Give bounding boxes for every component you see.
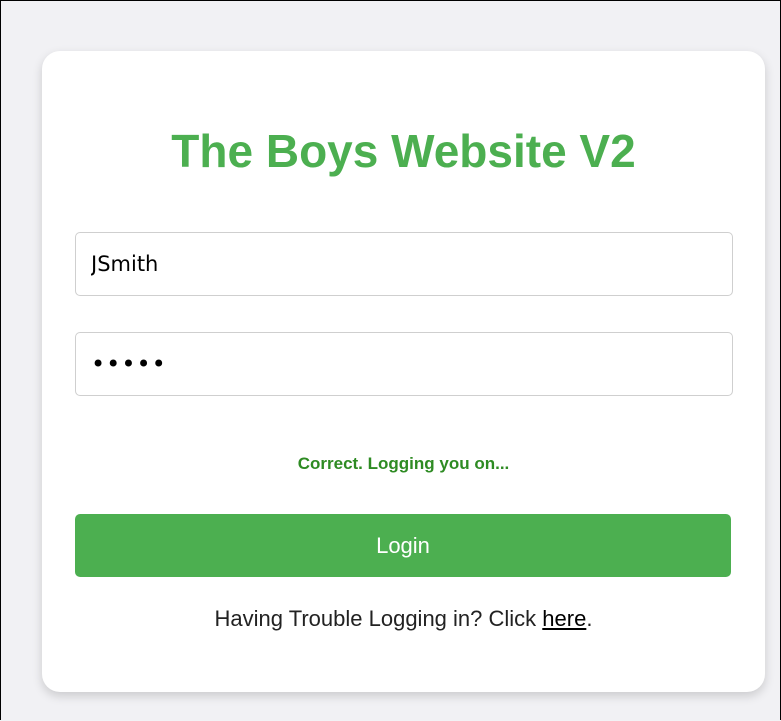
- username-input[interactable]: [75, 232, 733, 296]
- page-title: The Boys Website V2: [171, 125, 636, 177]
- login-card: The Boys Website V2 Correct. Logging you…: [42, 51, 765, 692]
- help-suffix: .: [586, 606, 593, 631]
- login-button[interactable]: Login: [75, 514, 731, 577]
- browser-viewport: The Boys Website V2 Correct. Logging you…: [0, 0, 781, 720]
- help-prefix: Having Trouble Logging in? Click: [214, 606, 543, 631]
- help-link[interactable]: here: [542, 606, 586, 631]
- password-input[interactable]: [75, 332, 733, 396]
- help-text: Having Trouble Logging in? Click here.: [42, 606, 765, 632]
- status-message: Correct. Logging you on...: [297, 454, 510, 473]
